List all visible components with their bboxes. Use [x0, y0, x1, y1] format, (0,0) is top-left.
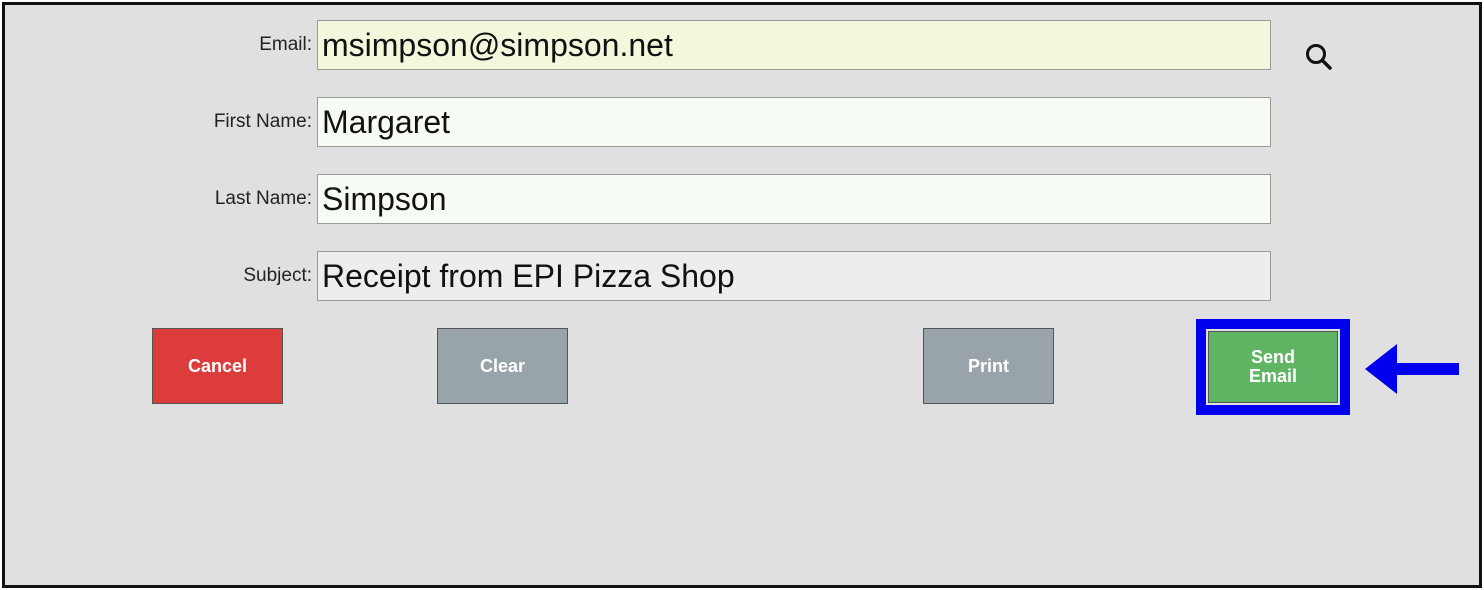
last-name-input[interactable]: [317, 174, 1271, 224]
first-name-label: First Name:: [213, 111, 312, 132]
subject-row: Subject:: [5, 251, 1479, 301]
clear-button[interactable]: Clear: [437, 328, 568, 404]
email-input[interactable]: [317, 20, 1271, 70]
email-row: Email:: [5, 20, 1479, 70]
print-button[interactable]: Print: [923, 328, 1054, 404]
send-email-label: Send Email: [1248, 347, 1298, 386]
email-receipt-panel: Email: First Name: Last Name: Subject: C…: [2, 2, 1482, 588]
subject-input[interactable]: [317, 251, 1271, 301]
arrow-left-icon: [1365, 344, 1459, 394]
email-label: Email:: [259, 34, 312, 55]
subject-label: Subject:: [243, 265, 312, 286]
last-name-label: Last Name:: [214, 188, 312, 209]
last-name-row: Last Name:: [5, 174, 1479, 224]
send-email-button[interactable]: Send Email: [1208, 331, 1338, 403]
first-name-row: First Name:: [5, 97, 1479, 147]
search-icon[interactable]: [1303, 41, 1335, 73]
cancel-button[interactable]: Cancel: [152, 328, 283, 404]
first-name-input[interactable]: [317, 97, 1271, 147]
